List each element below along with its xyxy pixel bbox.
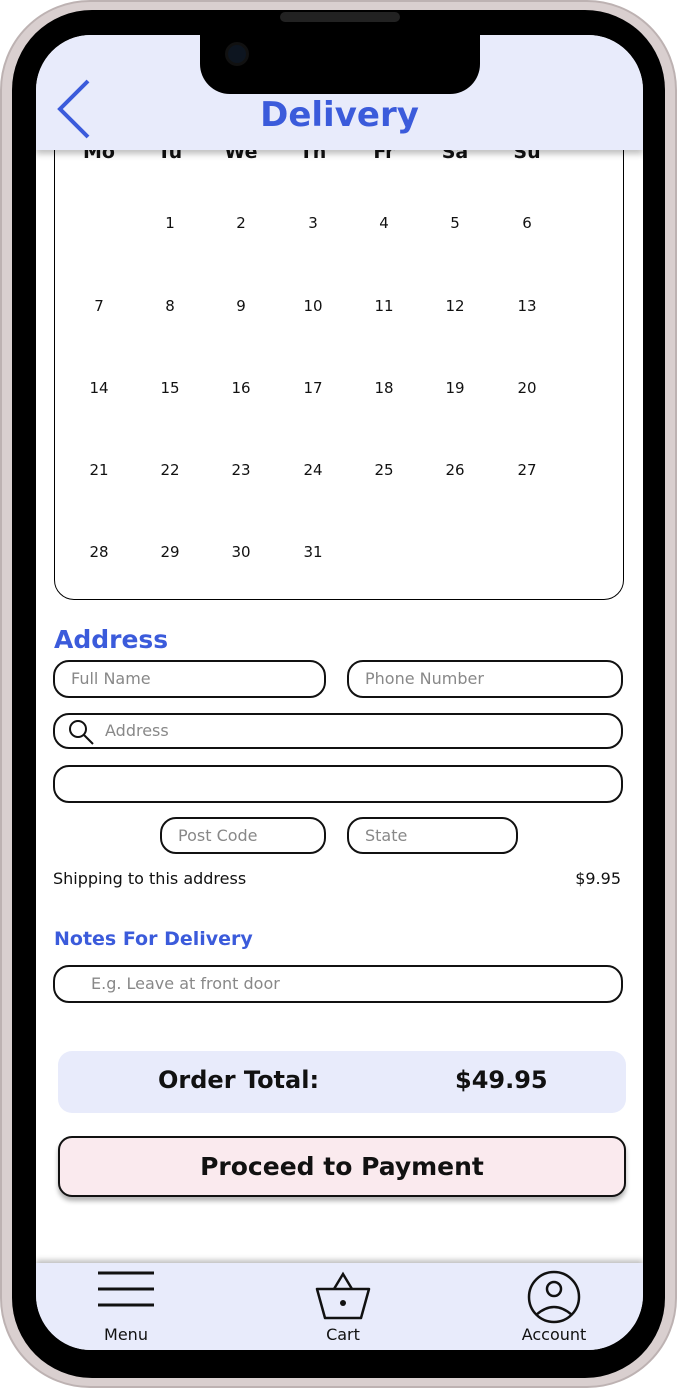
calendar-day[interactable]: 2: [216, 214, 266, 232]
calendar-day[interactable]: 27: [502, 461, 552, 479]
calendar-day[interactable]: 15: [145, 379, 195, 397]
calendar-day[interactable]: 29: [145, 543, 195, 561]
calendar-day[interactable]: 30: [216, 543, 266, 561]
address-input[interactable]: Address: [53, 713, 623, 749]
calendar-day[interactable]: 18: [359, 379, 409, 397]
proceed-to-payment-button[interactable]: Proceed to Payment: [58, 1136, 626, 1197]
calendar-day[interactable]: 7: [74, 297, 124, 315]
search-icon: [69, 720, 94, 745]
calendar-day[interactable]: 5: [430, 214, 480, 232]
menu-icon: [98, 1271, 154, 1307]
order-total-label: Order Total:: [158, 1066, 320, 1094]
address-placeholder: Address: [105, 721, 169, 740]
post-code-input[interactable]: Post Code: [160, 817, 326, 854]
order-total: Order Total: $49.95: [58, 1051, 626, 1113]
state-input[interactable]: State: [347, 817, 518, 854]
calendar-day[interactable]: 31: [288, 543, 338, 561]
calendar-day[interactable]: 22: [145, 461, 195, 479]
calendar-day[interactable]: 11: [359, 297, 409, 315]
calendar-day[interactable]: 13: [502, 297, 552, 315]
calendar-day[interactable]: 14: [74, 379, 124, 397]
calendar-day[interactable]: 9: [216, 297, 266, 315]
nav-account[interactable]: Account: [504, 1263, 604, 1350]
calendar-day[interactable]: 1: [145, 214, 195, 232]
calendar-day[interactable]: 23: [216, 461, 266, 479]
phone-number-input[interactable]: Phone Number: [347, 660, 623, 698]
address-heading: Address: [54, 625, 169, 654]
screen: Mo Tu We Th Fr Sa Su 1 2 3 4 5 6 7 8 9 10 11 12 13 14 15 16 17 1…: [36, 35, 643, 1350]
calendar-day[interactable]: 25: [359, 461, 409, 479]
calendar-day[interactable]: 8: [145, 297, 195, 315]
order-total-value: $49.95: [455, 1066, 548, 1094]
calendar-day[interactable]: 21: [74, 461, 124, 479]
calendar-day[interactable]: 28: [74, 543, 124, 561]
nav-cart-label: Cart: [326, 1325, 360, 1344]
calendar-day[interactable]: 3: [288, 214, 338, 232]
speaker: [280, 12, 400, 22]
calendar-day[interactable]: 24: [288, 461, 338, 479]
nav-menu[interactable]: Menu: [76, 1263, 176, 1350]
shipping-price: $9.95: [575, 869, 621, 888]
calendar-day[interactable]: 20: [502, 379, 552, 397]
calendar: Mo Tu We Th Fr Sa Su 1 2 3 4 5 6 7 8 9 10 11 12 13 14 15 16 17 1…: [54, 95, 624, 600]
calendar-day[interactable]: 6: [502, 214, 552, 232]
calendar-day[interactable]: 10: [288, 297, 338, 315]
basket-icon: [315, 1271, 371, 1320]
delivery-notes-input[interactable]: E.g. Leave at front door: [53, 965, 623, 1003]
bottom-nav: Menu Cart Account: [36, 1263, 643, 1350]
shipping-label: Shipping to this address: [53, 869, 247, 888]
calendar-day[interactable]: 17: [288, 379, 338, 397]
notes-heading: Notes For Delivery: [54, 928, 253, 950]
nav-menu-label: Menu: [104, 1325, 148, 1344]
calendar-day[interactable]: 19: [430, 379, 480, 397]
calendar-day[interactable]: 4: [359, 214, 409, 232]
full-name-input[interactable]: Full Name: [53, 660, 326, 698]
address-line-2-input[interactable]: [53, 765, 623, 803]
nav-account-label: Account: [521, 1325, 587, 1344]
nav-cart[interactable]: Cart: [293, 1263, 393, 1350]
account-icon: [527, 1270, 581, 1324]
calendar-day[interactable]: 26: [430, 461, 480, 479]
camera: [225, 42, 249, 66]
calendar-day[interactable]: 16: [216, 379, 266, 397]
page-title: Delivery: [260, 95, 419, 135]
calendar-day[interactable]: 12: [430, 297, 480, 315]
